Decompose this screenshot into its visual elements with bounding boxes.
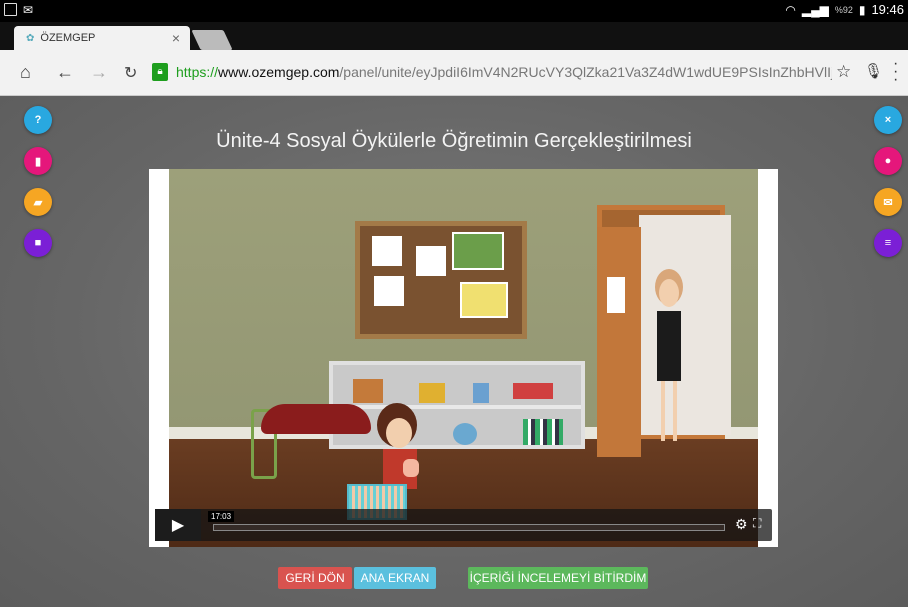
- teacher-character: [655, 269, 683, 441]
- microphone-icon[interactable]: 🎙︎: [864, 62, 883, 80]
- url-path: /panel/unite/eyJpdiI6ImV4N2RUcVY3QlZka21…: [339, 64, 832, 80]
- tab-title: ÖZEMGEP: [40, 32, 96, 44]
- wifi-icon: ◠: [785, 2, 796, 17]
- open-door: [597, 227, 641, 457]
- address-bar[interactable]: https://www.ozemgep.com/panel/unite/eyJp…: [176, 64, 832, 80]
- video-button[interactable]: ■: [24, 229, 52, 257]
- clock: 19:46: [871, 2, 904, 17]
- video-frame: [169, 169, 758, 547]
- fullscreen-icon[interactable]: ⛶: [753, 516, 761, 531]
- mail-button[interactable]: ✉: [874, 188, 902, 216]
- back-arrow-icon[interactable]: ←: [56, 62, 74, 83]
- play-icon: ▶: [171, 517, 185, 534]
- menu-icon[interactable]: · · ·: [893, 56, 898, 88]
- status-bar: ✉ ◠ ▂▄▆ %92 ▮ 19:46: [0, 0, 908, 22]
- battery-icon: ▮: [858, 2, 866, 17]
- page-title: Ünite-4 Sosyal Öykülerle Öğretimin Gerçe…: [216, 130, 692, 152]
- question-icon: ?: [34, 114, 42, 126]
- book-icon: ▰: [33, 196, 43, 209]
- lock-icon[interactable]: 🔒︎: [152, 63, 168, 81]
- settings-icon[interactable]: ⚙: [735, 516, 748, 533]
- mail-icon: ✉: [883, 196, 893, 209]
- book-button[interactable]: ▰: [24, 188, 52, 216]
- time-tooltip: 17:03: [208, 511, 235, 522]
- home-icon[interactable]: ⌂: [20, 62, 31, 83]
- tab-strip: ✿ ÖZEMGEP ×: [0, 22, 908, 50]
- new-tab-button[interactable]: [191, 30, 233, 50]
- list-button[interactable]: ≡: [874, 229, 902, 257]
- video-controls: ▶ 17:03 ⚙ ⛶: [155, 509, 772, 541]
- forward-arrow-icon[interactable]: →: [90, 62, 108, 83]
- url-scheme: https://: [176, 64, 219, 80]
- red-table: [261, 404, 371, 434]
- signal-icon: ▂▄▆: [801, 2, 829, 17]
- browser-tab[interactable]: ✿ ÖZEMGEP ×: [14, 26, 190, 50]
- toolbar: ⌂ ← → ↻ 🔒︎ https://www.ozemgep.com/panel…: [0, 50, 908, 96]
- video-camera-icon: ■: [34, 237, 42, 249]
- gallery-notification-icon: [4, 3, 17, 16]
- seek-bar[interactable]: [213, 524, 725, 531]
- toy-shelf: [329, 361, 585, 449]
- star-icon[interactable]: ☆: [836, 62, 851, 82]
- play-button[interactable]: ▶: [155, 509, 201, 541]
- close-icon: ×: [884, 114, 892, 126]
- back-button[interactable]: GERİ DÖN: [278, 567, 352, 589]
- battery-percent: %92: [834, 4, 853, 15]
- video-player[interactable]: ▶ 17:03 ⚙ ⛶: [149, 169, 778, 547]
- tab-close-icon[interactable]: ×: [172, 30, 180, 46]
- list-icon: ≡: [884, 237, 892, 249]
- bookmark-icon: ▮: [34, 155, 42, 168]
- favicon-icon: ✿: [26, 32, 35, 44]
- user-icon: ●: [884, 155, 892, 167]
- reload-icon[interactable]: ↻: [124, 63, 137, 83]
- bulletin-board: [355, 221, 527, 339]
- url-domain: www.ozemgep.com: [218, 64, 340, 80]
- finish-content-button[interactable]: İÇERİĞİ İNCELEMEYİ BİTİRDİM: [468, 567, 648, 589]
- home-screen-button[interactable]: ANA EKRAN: [354, 567, 436, 589]
- mail-notification-icon: ✉: [23, 3, 34, 17]
